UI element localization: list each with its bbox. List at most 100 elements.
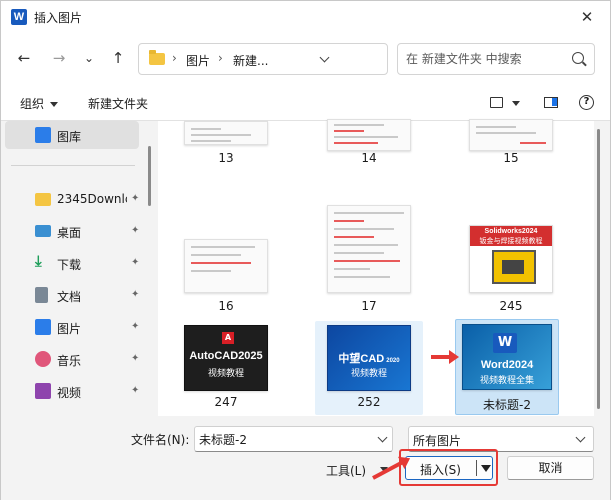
sidebar-divider <box>11 165 135 166</box>
sidebar-item-label: 2345Downlc <box>57 192 127 206</box>
sidebar-item-music[interactable]: 音乐 ✦ <box>5 345 139 373</box>
search-box[interactable] <box>397 43 595 75</box>
chevron-down-icon[interactable] <box>377 432 388 443</box>
file-name: 17 <box>361 299 377 313</box>
file-tile-17[interactable] <box>315 203 423 297</box>
file-thumbnail: 中望CAD 2020 视频教程 <box>327 325 411 391</box>
file-tile-15[interactable]: 15 <box>457 91 565 185</box>
sidebar-item-documents[interactable]: 文档 ✦ <box>5 281 139 309</box>
document-icon <box>35 287 48 303</box>
word-logo-icon: W <box>493 333 517 353</box>
search-input[interactable] <box>406 50 566 68</box>
file-thumbnail <box>184 121 268 145</box>
machine-illustration <box>492 250 536 284</box>
filename-input[interactable] <box>199 431 369 447</box>
sidebar-item-pictures[interactable]: 图片 ✦ <box>5 313 139 341</box>
help-icon[interactable]: ? <box>579 95 594 110</box>
folder-icon <box>149 50 165 65</box>
sidebar-item-label: 文档 <box>57 290 82 304</box>
back-button[interactable]: ← <box>13 47 35 69</box>
file-tile-252[interactable]: 中望CAD 2020 视频教程 252 <box>315 321 423 415</box>
close-button[interactable]: ✕ <box>570 3 604 31</box>
sidebar-item-desktop[interactable]: 桌面 ✦ <box>5 217 139 245</box>
filetype-value: 所有图片 <box>413 434 462 448</box>
breadcrumb-new-folder[interactable]: 新建... <box>233 52 268 69</box>
download-icon: ⤓ <box>35 252 42 270</box>
insert-button-label: 插入(S) <box>420 463 461 477</box>
sidebar-item-label: 图片 <box>57 322 82 336</box>
sidebar-item-label: 图库 <box>57 130 82 144</box>
sidebar-item-label: 音乐 <box>57 354 82 368</box>
file-name: 14 <box>361 151 377 165</box>
file-tile-13[interactable]: 13 <box>172 91 280 185</box>
insert-button[interactable]: 插入(S) <box>405 456 493 480</box>
breadcrumb-pictures[interactable]: 图片 <box>186 52 210 69</box>
cancel-button[interactable]: 取消 <box>507 456 594 480</box>
file-thumbnail: A AutoCAD2025 视频教程 <box>184 325 268 391</box>
organize-menu[interactable]: 组织 <box>20 95 59 112</box>
file-tile-245[interactable]: Solidworks2024 钣金与焊接视频教程 <box>457 203 565 297</box>
file-thumbnail <box>184 239 268 293</box>
sidebar-item-label: 桌面 <box>57 226 82 240</box>
file-thumbnail <box>469 119 553 151</box>
file-name: 15 <box>503 151 519 165</box>
split-divider <box>476 460 477 476</box>
file-tile-16[interactable] <box>172 203 280 297</box>
breadcrumb-separator: › <box>172 51 177 65</box>
file-name: 16 <box>218 299 234 313</box>
breadcrumb-separator: › <box>218 51 223 65</box>
recent-locations-button[interactable]: ⌄ <box>78 47 100 69</box>
file-name: 252 <box>357 395 381 409</box>
autocad-badge-icon: A <box>222 332 234 344</box>
folder-icon <box>35 193 51 206</box>
file-thumbnail <box>327 205 411 293</box>
gallery-icon <box>35 127 51 143</box>
pin-icon: ✦ <box>131 353 140 364</box>
navigation-pane: 图库 2345Downlc ✦ 桌面 ✦ ⤓ 下载 ✦ 文档 ✦ 图片 ✦ 音乐… <box>1 121 146 416</box>
up-button[interactable]: ↑ <box>107 47 129 69</box>
new-folder-button[interactable]: 新建文件夹 <box>88 95 148 112</box>
file-list-scrollbar[interactable] <box>597 129 600 409</box>
forward-button[interactable]: → <box>48 47 70 69</box>
sidebar-item-downloads[interactable]: ⤓ 下载 ✦ <box>5 249 139 277</box>
pin-icon: ✦ <box>131 385 140 396</box>
file-thumbnail: W Word2024 视频教程全集 <box>462 324 552 390</box>
thumbnail-banner: Solidworks2024 钣金与焊接视频教程 <box>470 226 552 246</box>
file-name: 245 <box>499 299 523 313</box>
insert-picture-dialog: W 插入图片 ✕ ← → ⌄ ↑ › 图片 › 新建... 组织 新建文件夹 ? <box>0 0 611 500</box>
pin-icon: ✦ <box>131 225 140 236</box>
search-icon[interactable] <box>572 52 584 64</box>
file-thumbnail: Solidworks2024 钣金与焊接视频教程 <box>469 225 553 293</box>
music-icon <box>35 351 51 367</box>
organize-label: 组织 <box>20 97 45 111</box>
sidebar-item-downloads-folder[interactable]: 2345Downlc ✦ <box>5 185 139 213</box>
file-list-pane: 13 14 15 16 17 Solidworks2024 钣金与焊接视频教程 … <box>158 119 594 416</box>
file-tile-untitled-2[interactable]: W Word2024 视频教程全集 未标题-2 <box>455 319 559 415</box>
sidebar-item-gallery[interactable]: 图库 <box>5 121 139 149</box>
pin-icon: ✦ <box>131 289 140 300</box>
video-icon <box>35 383 51 399</box>
address-history-chevron-icon[interactable] <box>319 52 330 63</box>
pin-icon: ✦ <box>131 321 140 332</box>
file-tile-14[interactable]: 14 <box>315 91 423 185</box>
navigation-bar: ← → ⌄ ↑ › 图片 › 新建... <box>1 33 610 83</box>
desktop-icon <box>35 225 51 237</box>
pin-icon: ✦ <box>131 193 140 204</box>
address-bar[interactable]: › 图片 › 新建... <box>138 43 388 75</box>
sidebar-item-label: 下载 <box>57 258 82 272</box>
sidebar-item-videos[interactable]: 视频 ✦ <box>5 377 139 405</box>
pictures-icon <box>35 319 51 335</box>
filename-combobox[interactable] <box>194 426 393 452</box>
dialog-footer: 文件名(N): 所有图片 工具(L) 插入(S) 取消 <box>1 416 610 500</box>
annotation-arrow-icon <box>431 350 459 364</box>
tools-menu-button[interactable]: 工具(L) <box>326 462 366 479</box>
file-name: 未标题-2 <box>483 398 531 412</box>
sidebar-item-label: 视频 <box>57 386 82 400</box>
chevron-down-icon <box>50 102 59 107</box>
chevron-down-icon[interactable] <box>575 432 586 443</box>
filename-label: 文件名(N): <box>131 433 190 447</box>
sidebar-scrollbar[interactable] <box>148 146 151 206</box>
insert-options-caret-icon[interactable] <box>481 465 491 472</box>
word-app-icon: W <box>11 9 27 25</box>
file-tile-247[interactable]: A AutoCAD2025 视频教程 247 <box>172 321 280 415</box>
